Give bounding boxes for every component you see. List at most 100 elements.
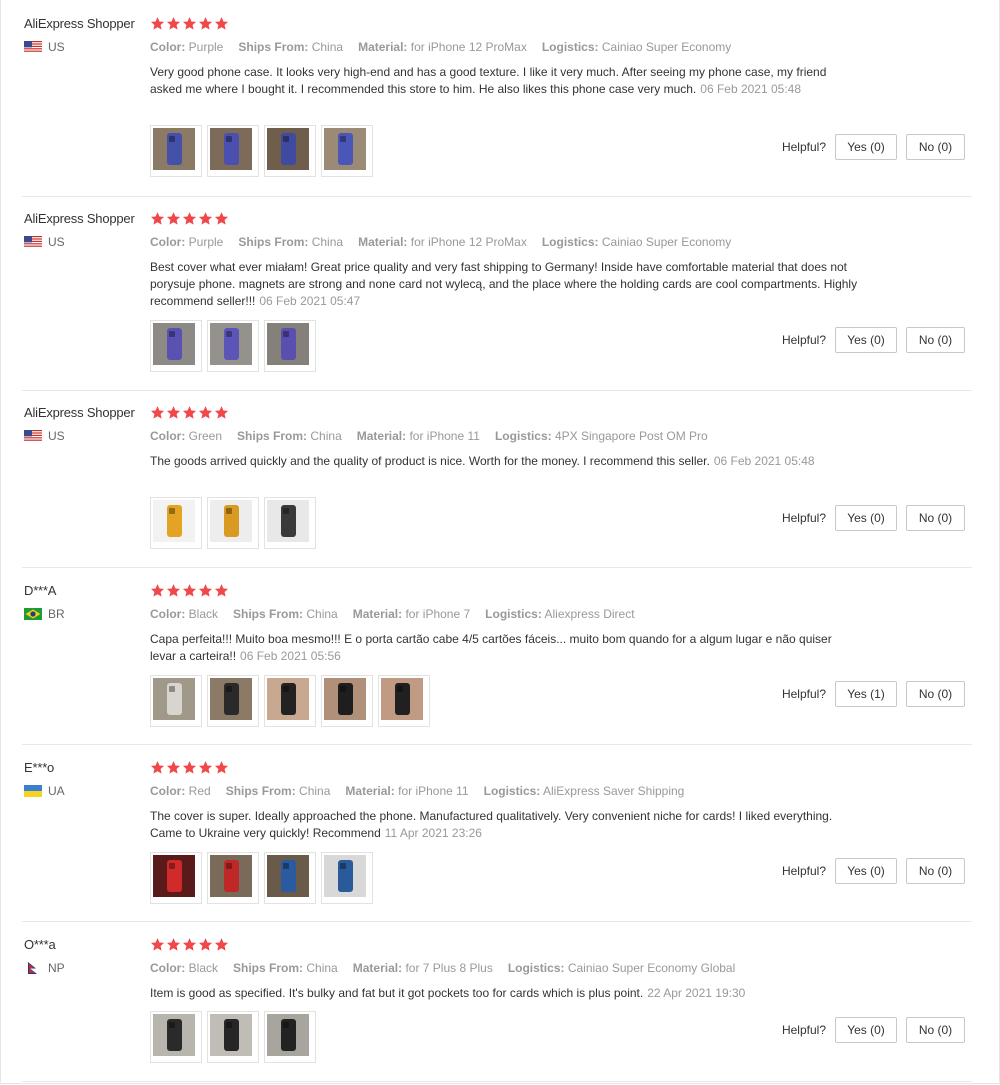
review-photo-thumbnail[interactable] (264, 320, 316, 372)
review-attributes: Color: Black Ships From: China Material: f… (150, 607, 650, 621)
review-photo-thumbnail[interactable] (264, 852, 316, 904)
nepal-flag-icon (24, 962, 42, 974)
reviewer-country: US (24, 429, 65, 443)
reviewer-name: E***o (24, 760, 55, 775)
helpful-label: Helpful? (781, 140, 826, 154)
reviewer-name: AliExpress Shopper (24, 211, 135, 226)
star-icon (166, 760, 181, 775)
material-value: for iPhone 11 (398, 784, 469, 798)
logistics-attribute: Logistics: Cainiao Super Economy Global (508, 961, 735, 975)
color-value: Black (188, 961, 219, 975)
ships-from-attribute: Ships From: China (233, 961, 338, 975)
review-photo-thumbnail[interactable] (264, 1011, 316, 1063)
reviewer-country: US (24, 40, 65, 54)
blue-phone-case-photo (324, 855, 370, 901)
helpful-no-button[interactable]: No (0) (906, 1017, 965, 1043)
review-photo-thumbnail[interactable] (150, 320, 202, 372)
helpful-vote: Helpful? Yes (0) No (0) (782, 1017, 965, 1043)
helpful-yes-button[interactable]: Yes (0) (835, 134, 897, 160)
star-icon (166, 16, 181, 31)
review-body: The goods arrived quickly and the qualit… (150, 454, 710, 468)
review-photo-thumbnail[interactable] (207, 497, 259, 549)
review-photo-thumbnail[interactable] (264, 497, 316, 549)
logistics-label: Logistics: (507, 961, 565, 975)
ships-from-label: Ships From: (233, 961, 304, 975)
ships-from-attribute: Ships From: China (233, 607, 338, 621)
helpful-no-button[interactable]: No (0) (906, 858, 965, 884)
helpful-vote: Helpful? Yes (0) No (0) (782, 327, 965, 353)
star-icon (166, 405, 181, 420)
logistics-attribute: Logistics: Aliexpress Direct (485, 607, 634, 621)
review-photo-thumbnail[interactable] (207, 320, 259, 372)
review-photo-thumbnail[interactable] (264, 675, 316, 727)
material-attribute: Material: for iPhone 11 (357, 429, 480, 443)
logistics-value: Cainiao Super Economy Global (567, 961, 736, 975)
review-photo-thumbnail[interactable] (264, 125, 316, 177)
country-code: UA (48, 784, 65, 798)
ships-from-attribute: Ships From: China (237, 429, 342, 443)
logistics-value: AliExpress Saver Shipping (542, 784, 685, 798)
ships-from-attribute: Ships From: China (238, 40, 343, 54)
review-body: Item is good as specified. It's bulky an… (150, 986, 644, 1000)
black-phone-case-photo (267, 678, 313, 724)
review-date: 06 Feb 2021 05:48 (713, 454, 815, 468)
review-photo-thumbnail[interactable] (150, 125, 202, 177)
helpful-yes-button[interactable]: Yes (1) (835, 681, 897, 707)
ships-from-value: China (306, 961, 338, 975)
logistics-attribute: Logistics: Cainiao Super Economy (542, 40, 731, 54)
review-item: AliExpress Shopper US Color: Green Ships Fr… (0, 389, 1000, 568)
ships-from-value: China (306, 607, 338, 621)
review-date: 11 Apr 2021 23:26 (384, 826, 482, 840)
color-attribute: Color: Purple (150, 40, 223, 54)
black-phone-case-photo (267, 1014, 313, 1060)
review-photo-thumbnail[interactable] (150, 852, 202, 904)
helpful-label: Helpful? (781, 1023, 826, 1037)
star-icon (150, 583, 165, 598)
review-photo-thumbnail[interactable] (150, 675, 202, 727)
ukraine-flag-icon (24, 785, 42, 797)
review-photo-thumbnail[interactable] (207, 852, 259, 904)
helpful-yes-button[interactable]: Yes (0) (835, 505, 897, 531)
review-text: Item is good as specified. It's bulky an… (150, 985, 860, 1002)
material-attribute: Material: for iPhone 12 ProMax (358, 40, 527, 54)
logistics-value: Cainiao Super Economy (601, 40, 732, 54)
helpful-no-button[interactable]: No (0) (906, 681, 965, 707)
purple-phone-case-photo (267, 128, 313, 174)
helpful-no-button[interactable]: No (0) (906, 327, 965, 353)
review-photo-thumbnail[interactable] (321, 125, 373, 177)
star-icon (214, 211, 229, 226)
helpful-yes-button[interactable]: Yes (0) (835, 327, 897, 353)
reviewer-name: D***A (24, 583, 57, 598)
review-photo-thumbnail[interactable] (207, 1011, 259, 1063)
logistics-label: Logistics: (483, 784, 541, 798)
star-icon (150, 760, 165, 775)
review-photo-thumbnail[interactable] (378, 675, 430, 727)
review-date: 22 Apr 2021 19:30 (647, 986, 746, 1000)
star-icon (214, 583, 229, 598)
helpful-no-button[interactable]: No (0) (906, 505, 965, 531)
material-label: Material: (345, 784, 395, 798)
helpful-vote: Helpful? Yes (0) No (0) (782, 858, 965, 884)
review-photo-thumbnail[interactable] (321, 675, 373, 727)
material-label: Material: (358, 40, 408, 54)
star-icon (198, 211, 213, 226)
helpful-yes-button[interactable]: Yes (0) (835, 1017, 897, 1043)
review-divider (22, 1081, 972, 1082)
material-label: Material: (352, 607, 403, 621)
review-photo-thumbnail[interactable] (150, 497, 202, 549)
purple-phone-case-photo (153, 323, 199, 369)
review-photo-thumbnail[interactable] (207, 125, 259, 177)
helpful-yes-button[interactable]: Yes (0) (835, 858, 897, 884)
color-value: Purple (188, 40, 224, 54)
review-photo-thumbnail[interactable] (321, 852, 373, 904)
color-label: Color: (150, 429, 186, 443)
material-value: for iPhone 7 (405, 607, 471, 621)
color-label: Color: (150, 607, 186, 621)
review-photo-thumbnail[interactable] (150, 1011, 202, 1063)
star-icon (166, 211, 181, 226)
helpful-label: Helpful? (781, 511, 826, 525)
review-date: 06 Feb 2021 05:56 (240, 649, 341, 663)
helpful-no-button[interactable]: No (0) (906, 134, 965, 160)
red-phone-case-photo (210, 855, 256, 901)
review-photo-thumbnail[interactable] (207, 675, 259, 727)
